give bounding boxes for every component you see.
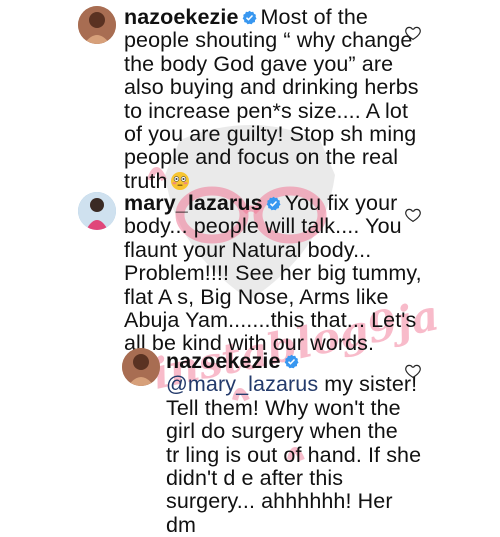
comment-username[interactable]: nazoekezie: [124, 5, 239, 29]
comment-text: my sister! Tell them! Why won't the girl…: [166, 372, 422, 537]
avatar[interactable]: [78, 6, 116, 44]
reply-comment: nazoekezie @mary_lazarus my sister! Tell…: [0, 346, 500, 537]
comment-body: mary_lazarus You fix your body... people …: [124, 191, 424, 356]
comment-body: nazoekezie @mary_lazarus my sister! Tell…: [166, 349, 426, 537]
comment: nazoekezie Most of the people shouting “ …: [0, 0, 500, 193]
comment-username[interactable]: nazoekezie: [166, 349, 281, 373]
heart-outline-icon[interactable]: [404, 206, 422, 224]
heart-outline-icon[interactable]: [404, 24, 422, 42]
avatar[interactable]: [78, 192, 116, 230]
verified-badge-icon: [266, 196, 281, 211]
comment-text: Most of the people shouting “ why change…: [124, 5, 419, 193]
verified-badge-icon: [284, 354, 299, 369]
avatar[interactable]: [122, 348, 160, 386]
comment-text: You fix your body... people will talk...…: [124, 191, 422, 356]
mention-link[interactable]: @mary_lazarus: [166, 372, 318, 396]
verified-badge-icon: [242, 10, 257, 25]
comment: mary_lazarus You fix your body... people …: [0, 188, 500, 355]
heart-outline-icon[interactable]: [404, 362, 422, 380]
comment-body: nazoekezie Most of the people shouting “ …: [124, 5, 424, 193]
comment-username[interactable]: mary_lazarus: [124, 191, 263, 215]
